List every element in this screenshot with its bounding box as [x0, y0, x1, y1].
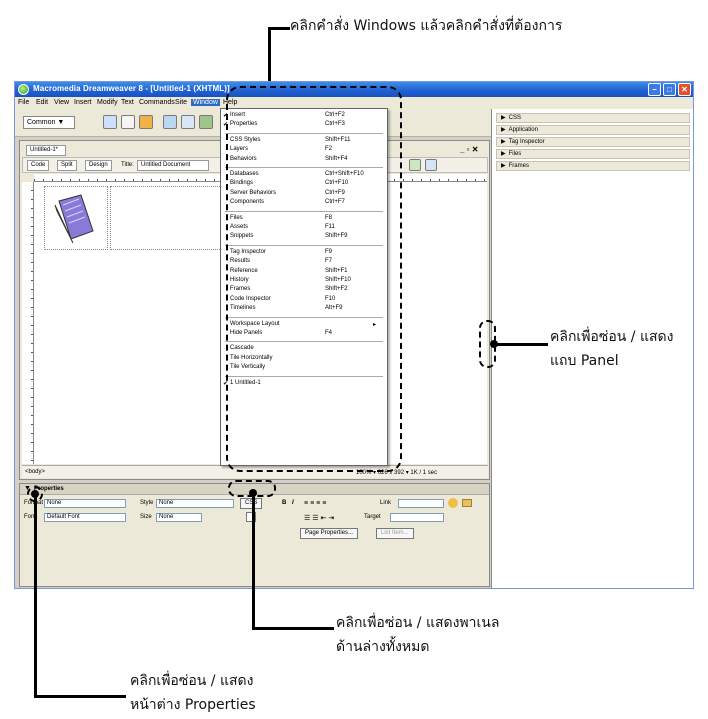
split-label: Split	[61, 162, 73, 168]
panel-application[interactable]: ▶ Application	[496, 125, 690, 135]
point-to-file-icon[interactable]	[448, 498, 458, 508]
hyperlink-icon[interactable]	[103, 115, 117, 129]
target-label: Target	[364, 514, 381, 520]
callout-line	[34, 494, 37, 698]
panel-dock: ▶ CSS ▶ Application ▶ Tag Inspector ▶ Files …	[491, 109, 693, 588]
tag-selector[interactable]: <body>	[25, 469, 45, 475]
panel-label: Frames	[508, 163, 529, 169]
menu-window[interactable]: Window	[191, 99, 220, 106]
bold-button[interactable]: B	[282, 500, 286, 506]
annotation-panel-line1: คลิกเพื่อซ่อน / แสดง	[550, 329, 674, 345]
list-buttons[interactable]: ☰☰⇤⇥	[304, 514, 336, 522]
menu-view[interactable]: View	[54, 99, 69, 106]
expand-arrow-icon: ▶	[501, 163, 506, 169]
panel-files[interactable]: ▶ Files	[496, 149, 690, 159]
size-label: Size	[140, 514, 152, 520]
expand-arrow-icon: ▶	[501, 139, 506, 145]
browse-folder-icon[interactable]	[462, 499, 472, 507]
annotation-window-menu: คลิกคำสั่ง Windows แล้วคลิกคำสั่งที่ต้อง…	[290, 18, 563, 34]
code-view-button[interactable]: Code	[27, 160, 50, 171]
named-anchor-icon[interactable]	[139, 115, 153, 129]
annotation-properties-line2: หน้าต่าง Properties	[130, 697, 256, 713]
annotation-bottom-line1: คลิกเพื่อซ่อน / แสดงพาเนล	[336, 615, 500, 631]
close-button[interactable]: ✕	[678, 83, 691, 96]
title-label: Title:	[121, 162, 134, 168]
book-image-icon	[54, 194, 94, 244]
design-label: Design	[89, 162, 108, 168]
panel-frames[interactable]: ▶ Frames	[496, 161, 690, 171]
callout-line	[34, 695, 126, 698]
panel-css[interactable]: ▶ CSS	[496, 113, 690, 123]
dreamweaver-app-icon	[18, 84, 29, 95]
page-properties-button[interactable]: Page Properties...	[300, 528, 359, 539]
style-select[interactable]: None	[156, 499, 234, 508]
panel-label: Tag Inspector	[508, 139, 545, 145]
table-icon[interactable]	[163, 115, 177, 129]
maximize-button[interactable]: □	[663, 83, 676, 96]
menu-commands[interactable]: Commands	[139, 99, 175, 106]
menu-modify[interactable]: Modify	[97, 99, 118, 106]
menu-edit[interactable]: Edit	[36, 99, 48, 106]
menu-file[interactable]: File	[18, 99, 29, 106]
callout-line	[252, 493, 255, 630]
insert-category-label: Common	[27, 119, 56, 126]
layer-icon[interactable]	[181, 115, 195, 129]
panel-label: Files	[508, 151, 522, 157]
panel-label: CSS	[508, 115, 521, 121]
align-buttons[interactable]: ≡≡≡≡	[304, 500, 328, 507]
image-icon[interactable]	[199, 115, 213, 129]
window-title: Macromedia Dreamweaver 8 - [Untitled-1 (…	[33, 84, 230, 93]
link-input[interactable]	[398, 499, 444, 508]
format-select[interactable]: None	[44, 499, 126, 508]
document-tab[interactable]: Untitled-1*	[26, 145, 66, 156]
split-view-button[interactable]: Split	[57, 160, 77, 171]
style-label: Style	[140, 500, 154, 506]
doc-window-controls[interactable]: _ ▫ ✕	[460, 145, 478, 154]
design-view-button[interactable]: Design	[85, 160, 112, 171]
code-label: Code	[31, 162, 46, 168]
insert-category-select[interactable]: Common ▼	[23, 116, 75, 129]
callout-line	[252, 627, 334, 630]
font-select[interactable]: Default Font	[44, 513, 126, 522]
callout-line	[268, 27, 290, 30]
list-item-button[interactable]: List Item...	[376, 528, 414, 539]
refresh-icon[interactable]	[425, 159, 437, 171]
menu-insert[interactable]: Insert	[74, 99, 92, 106]
preview-icon[interactable]	[409, 159, 421, 171]
highlight-window-menu	[226, 86, 402, 472]
email-link-icon[interactable]	[121, 115, 135, 129]
expand-arrow-icon: ▶	[501, 127, 506, 133]
panel-label: Application	[508, 127, 538, 133]
italic-button[interactable]: I	[292, 500, 294, 506]
table-cell[interactable]	[44, 186, 108, 250]
minimize-button[interactable]: –	[648, 83, 661, 96]
annotation-bottom-line2: ด้านล่างทั้งหมด	[336, 639, 430, 655]
expand-arrow-icon: ▶	[501, 115, 506, 121]
link-label: Link	[380, 500, 392, 506]
annotation-properties-line1: คลิกเพื่อซ่อน / แสดง	[130, 673, 254, 689]
target-select[interactable]	[390, 513, 444, 522]
annotation-panel-line2: แถบ Panel	[550, 353, 619, 369]
menu-text[interactable]: Text	[121, 99, 134, 106]
menu-site[interactable]: Site	[175, 99, 187, 106]
size-select[interactable]: None	[156, 513, 202, 522]
vertical-ruler	[22, 182, 34, 464]
panel-tag-inspector[interactable]: ▶ Tag Inspector	[496, 137, 690, 147]
document-title-input[interactable]: Untitled Document	[137, 160, 209, 171]
callout-line	[496, 343, 548, 346]
expand-arrow-icon: ▶	[501, 151, 506, 157]
